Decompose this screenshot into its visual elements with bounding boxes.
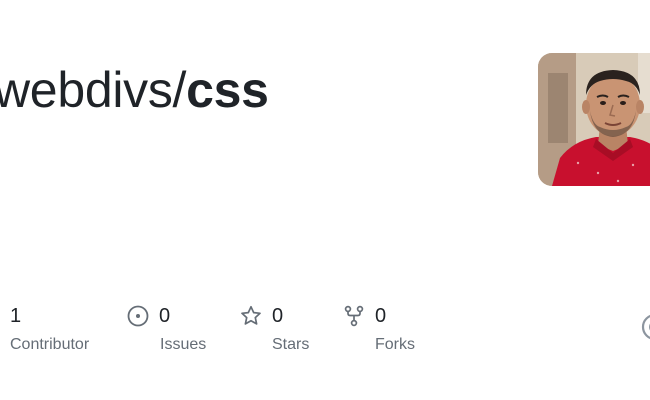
forks-count: 0 [375,304,387,327]
owner-avatar[interactable] [538,53,650,186]
stat-issues[interactable]: 0 Issues [127,300,206,354]
stars-count: 0 [272,304,284,327]
forks-label: Forks [375,336,415,353]
repo-separator: / [172,62,187,118]
stat-stars[interactable]: 0 Stars [240,300,309,354]
repo-name[interactable]: css [186,62,269,118]
repo-owner[interactable]: webdivs [0,62,173,118]
issues-count: 0 [159,304,171,327]
github-logo-icon [640,312,650,342]
repo-title[interactable]: webdivs/css [0,58,269,122]
avatar-photo [538,53,650,186]
issues-label: Issues [160,336,207,353]
contributors-label: Contributor [10,336,90,353]
repo-stats: 1 Contributor 0 Issues 0 Stars 0 Forks [0,300,650,370]
star-icon [240,305,262,327]
stat-forks[interactable]: 0 Forks [343,300,415,354]
stat-contributors[interactable]: 1 Contributor [10,300,89,354]
repo-forked-icon [343,305,365,327]
issue-opened-icon [127,305,149,327]
repo-social-card: webdivs/css 1 Contributor 0 Issues 0 Sta… [0,0,650,400]
stars-label: Stars [272,336,310,353]
contributors-count: 1 [10,304,22,327]
